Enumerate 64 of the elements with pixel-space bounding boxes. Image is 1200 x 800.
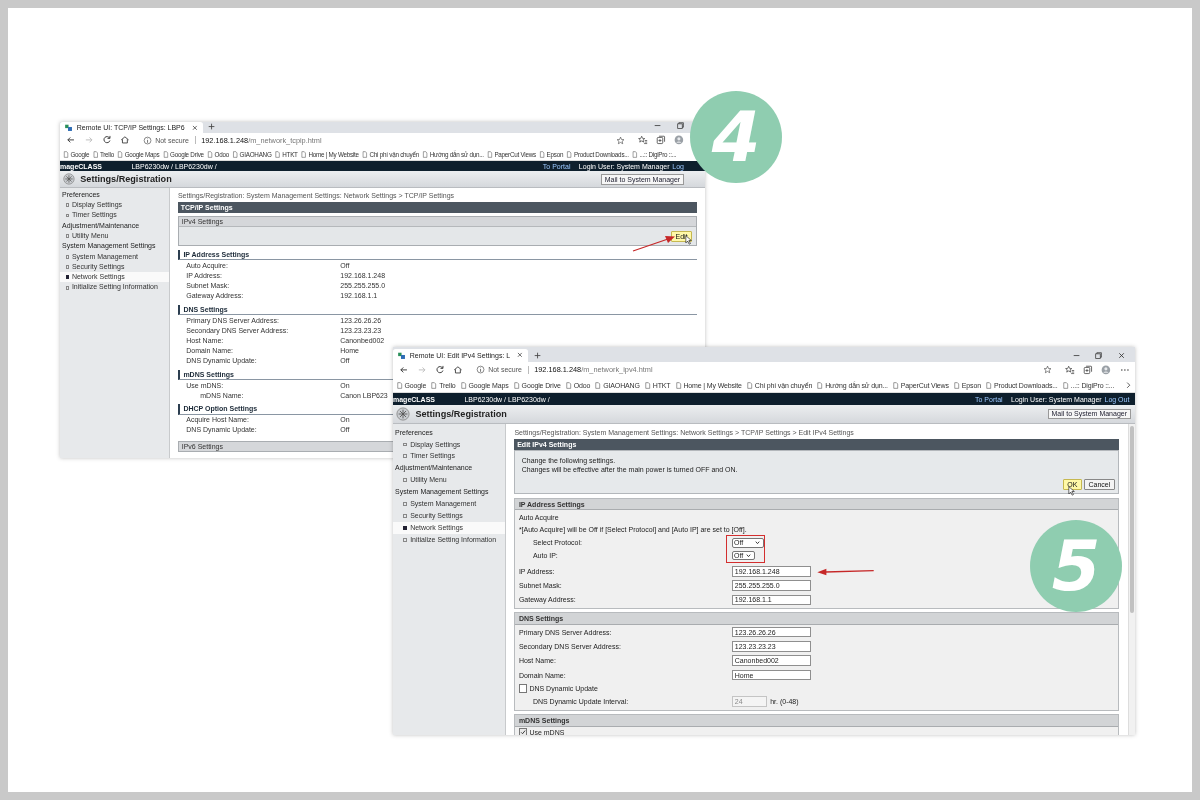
plus-icon[interactable] <box>532 350 542 360</box>
favorites-icon[interactable] <box>1065 364 1075 375</box>
page-icon <box>816 381 824 389</box>
page-icon <box>486 150 493 158</box>
highlight-box <box>725 535 765 563</box>
page-title: Settings/Registration <box>80 174 172 185</box>
checkbox[interactable] <box>518 728 528 735</box>
logo-icon <box>395 406 410 421</box>
home-icon[interactable] <box>120 135 130 146</box>
forward-icon <box>416 364 427 375</box>
logo-icon <box>62 173 75 186</box>
plus-icon[interactable] <box>207 122 217 131</box>
page-icon <box>300 150 307 158</box>
page-icon <box>430 381 438 389</box>
profile-icon[interactable] <box>1101 364 1112 375</box>
page-icon <box>985 381 993 389</box>
star-icon[interactable] <box>1043 365 1053 375</box>
page-icon <box>512 381 520 389</box>
info-icon <box>475 365 485 375</box>
page-icon <box>746 381 754 389</box>
page-icon <box>953 381 961 389</box>
profile-icon[interactable] <box>674 135 684 146</box>
step-badge: 4 <box>690 91 782 183</box>
page-icon <box>564 381 572 389</box>
page-icon <box>631 150 638 158</box>
page-icon <box>594 381 602 389</box>
page-icon <box>459 381 467 389</box>
restore-icon[interactable] <box>1094 350 1104 360</box>
page-icon <box>274 150 281 158</box>
info-icon <box>142 135 152 145</box>
page-icon <box>892 381 900 389</box>
site-icon <box>64 122 74 132</box>
collections-icon[interactable] <box>1083 364 1094 375</box>
page-icon <box>1061 381 1069 389</box>
page-icon <box>116 150 124 158</box>
page-icon <box>361 150 368 158</box>
reload-icon[interactable] <box>434 364 445 375</box>
page-icon <box>162 150 169 158</box>
home-icon[interactable] <box>453 364 463 375</box>
page-title: Settings/Registration <box>415 408 507 419</box>
page-icon <box>538 150 546 158</box>
collections-icon[interactable] <box>656 135 666 146</box>
site-icon <box>397 350 407 360</box>
star-icon[interactable] <box>616 135 626 145</box>
back-icon[interactable] <box>398 364 409 375</box>
page-icon <box>92 150 99 158</box>
reload-icon[interactable] <box>101 135 112 146</box>
scrollbar[interactable] <box>1127 423 1135 735</box>
check-icon <box>519 729 527 735</box>
restore-icon[interactable] <box>675 122 685 131</box>
page-icon <box>231 150 239 158</box>
arrow <box>817 568 875 575</box>
close-icon[interactable] <box>516 351 525 360</box>
page-icon <box>206 150 213 158</box>
page-icon <box>644 381 652 389</box>
page-icon <box>674 381 682 389</box>
checkbox[interactable] <box>518 684 528 693</box>
arrow <box>632 236 675 252</box>
page-icon <box>566 150 573 158</box>
cursor-icon <box>1067 486 1077 497</box>
favorites-icon[interactable] <box>637 135 648 146</box>
page-icon <box>421 150 429 158</box>
close-icon[interactable] <box>191 123 199 132</box>
close-icon[interactable] <box>1116 350 1126 360</box>
